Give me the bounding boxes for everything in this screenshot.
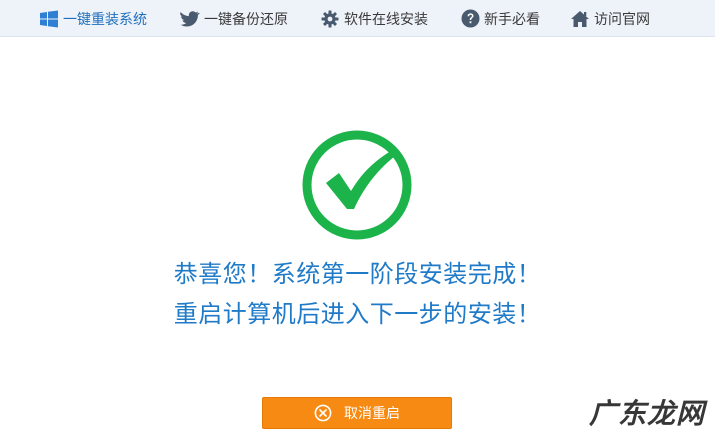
status-message-line-2: 重启计算机后进入下一步的安装！ (173, 300, 542, 328)
watermark: 广东龙网 (589, 392, 705, 432)
nav-item-official-site[interactable]: 访问官网 (570, 0, 650, 37)
cancel-circle-icon (314, 404, 332, 422)
nav-label: 新手必看 (484, 11, 540, 28)
nav-item-beginner-guide[interactable]: 新手必看 (460, 0, 540, 37)
windows-icon (39, 9, 59, 29)
help-icon (460, 9, 480, 29)
cancel-restart-button[interactable]: 取消重启 (262, 397, 452, 429)
gear-icon (320, 9, 340, 29)
nav-item-backup-restore[interactable]: 一键备份还原 (180, 0, 288, 37)
nav-label: 一键备份还原 (204, 11, 288, 28)
nav-item-reinstall-system[interactable]: 一键重装系统 (39, 0, 147, 37)
top-navigation: 一键重装系统 一键备份还原 软件在线安装 新手必看 访问官网 (0, 0, 715, 37)
status-message-line-1: 恭喜您！系统第一阶段安装完成！ (173, 260, 542, 288)
nav-label: 访问官网 (594, 11, 650, 28)
nav-label: 软件在线安装 (344, 11, 428, 28)
checkmark-circle-icon (302, 130, 412, 240)
watermark-text: 广东龙网 (588, 397, 705, 430)
nav-item-software-install[interactable]: 软件在线安装 (320, 0, 428, 37)
nav-label: 一键重装系统 (63, 11, 147, 28)
installer-window: 一键重装系统 一键备份还原 软件在线安装 新手必看 访问官网 恭喜您！系统第一阶… (0, 0, 715, 446)
home-icon (570, 9, 590, 29)
cancel-restart-label: 取消重启 (344, 406, 400, 422)
bird-icon (180, 9, 200, 29)
